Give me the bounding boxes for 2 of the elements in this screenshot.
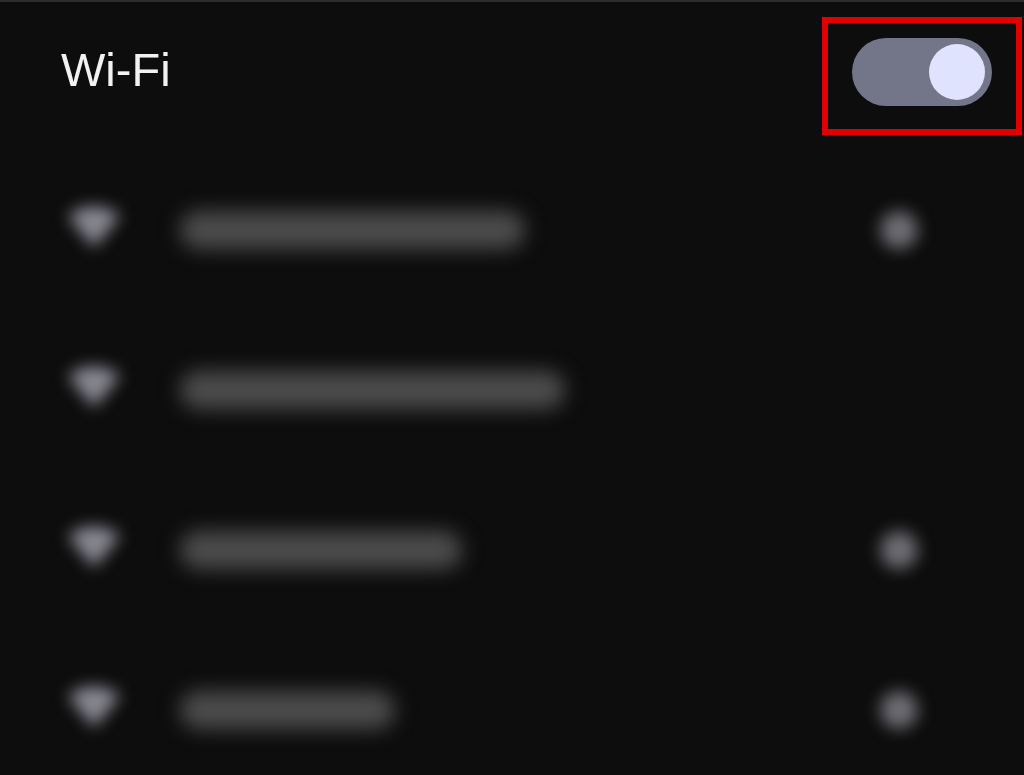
wifi-title: Wi-Fi	[61, 42, 171, 98]
toggle-knob[interactable]	[929, 44, 985, 100]
